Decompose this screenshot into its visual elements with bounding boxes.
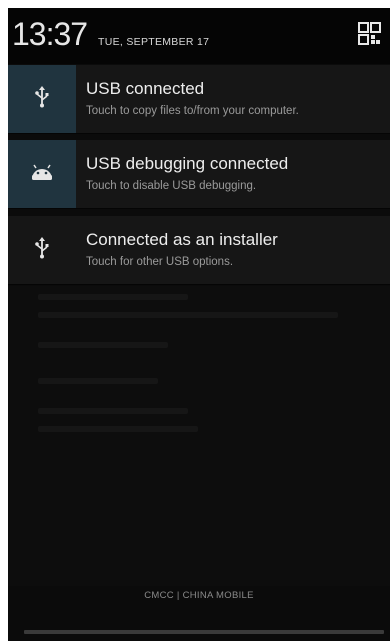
background-ghost-line (38, 426, 198, 432)
background-ghost-line (38, 312, 338, 318)
notification-title: USB connected (86, 79, 205, 98)
notification-icon-box (8, 140, 76, 208)
notification-subtitle: Touch to copy files to/from your compute… (86, 105, 299, 117)
background-ghost-line (38, 294, 188, 300)
android-debug-icon (30, 163, 54, 186)
date-label: TUE, SEPTEMBER 17 (98, 36, 210, 48)
background-ghost-line (38, 342, 168, 348)
notification-icon-box (8, 216, 76, 284)
carrier-label: CMCC | CHINA MOBILE (144, 590, 254, 601)
shade-drag-handle[interactable] (24, 630, 384, 634)
quick-settings-grid-icon[interactable] (358, 22, 382, 46)
clock: 13:37 (12, 16, 88, 52)
notification-icon-box (8, 65, 76, 133)
shade-header: 13:37 TUE, SEPTEMBER 17 (8, 8, 390, 64)
notification-title: Connected as an installer (86, 230, 278, 249)
notification-usb-connected[interactable]: USB connected Touch to copy files to/fro… (8, 65, 390, 134)
notification-title: USB debugging connected (86, 154, 289, 173)
background-ghost-line (38, 408, 188, 414)
background-ghost-line (38, 378, 158, 384)
usb-icon (33, 236, 51, 264)
usb-icon (33, 85, 51, 113)
notification-usb-debugging[interactable]: USB debugging connected Touch to disable… (8, 140, 390, 209)
notification-connected-installer[interactable]: Connected as an installer Touch for othe… (8, 216, 390, 285)
notification-subtitle: Touch to disable USB debugging. (86, 180, 257, 192)
notification-shade: 13:37 TUE, SEPTEMBER 17 USB connected To… (8, 8, 390, 641)
notification-subtitle: Touch for other USB options. (86, 256, 234, 268)
shade-background (8, 286, 390, 586)
